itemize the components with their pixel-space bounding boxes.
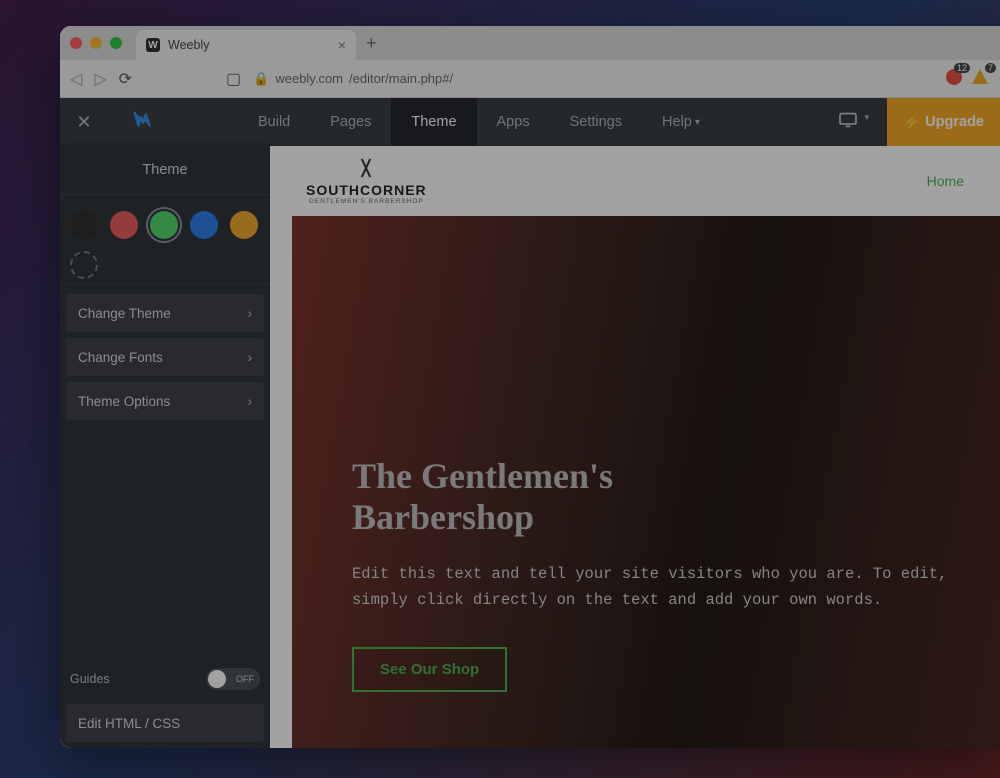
- hero-title[interactable]: The Gentlemen's Barbershop: [352, 456, 1000, 539]
- toggle-state: OFF: [236, 674, 254, 684]
- close-tab-icon[interactable]: ×: [338, 37, 346, 53]
- swatch-black[interactable]: [70, 211, 98, 239]
- edit-html-css-button[interactable]: Edit HTML / CSS: [66, 704, 264, 742]
- nav-settings[interactable]: Settings: [550, 98, 642, 146]
- brand-tagline: GENTLEMEN'S BARBERSHOP: [309, 198, 424, 205]
- extension-tray: 12 7: [944, 67, 990, 90]
- weebly-logo-icon[interactable]: [108, 109, 178, 136]
- extension-1[interactable]: 12: [944, 67, 964, 90]
- scissors-icon: [352, 158, 380, 180]
- chevron-down-icon: ▾: [865, 112, 870, 122]
- minimize-window-icon[interactable]: [90, 37, 102, 49]
- theme-options-row[interactable]: Theme Options ›: [66, 382, 264, 420]
- device-preview-button[interactable]: ▾: [820, 112, 888, 133]
- bolt-icon: ⚡: [903, 114, 921, 131]
- site-header: SOUTHCORNER GENTLEMEN'S BARBERSHOP Home: [270, 146, 1000, 216]
- lock-icon: 🔒: [253, 71, 269, 87]
- browser-address-bar: ◁ ▷ ⟳ ▢ 🔒 weebly.com/editor/main.php#/ 1…: [60, 60, 1000, 98]
- theme-panel: Theme Change Theme › Change Fonts ›: [60, 146, 270, 748]
- browser-tab[interactable]: W Weebly ×: [136, 30, 356, 60]
- nav-pages[interactable]: Pages: [310, 98, 391, 146]
- nav-link-home[interactable]: Home: [927, 173, 964, 189]
- brand-name: SOUTHCORNER: [306, 182, 427, 198]
- change-theme-row[interactable]: Change Theme ›: [66, 294, 264, 332]
- swatch-blue[interactable]: [190, 211, 218, 239]
- weebly-editor: ✕ Build Pages Theme Apps Settings Help▾ …: [60, 98, 1000, 748]
- browser-tab-bar: W Weebly × +: [60, 26, 1000, 60]
- reload-button[interactable]: ⟳: [119, 69, 132, 89]
- upgrade-button[interactable]: ⚡ Upgrade: [887, 98, 1000, 146]
- hero-cta-button[interactable]: See Our Shop: [352, 647, 507, 692]
- nav-apps[interactable]: Apps: [477, 98, 550, 146]
- editor-top-nav: ✕ Build Pages Theme Apps Settings Help▾ …: [60, 98, 1000, 146]
- bookmark-icon[interactable]: ▢: [226, 69, 241, 89]
- forward-button: ▷: [94, 69, 106, 89]
- extension-2-count: 7: [985, 63, 996, 73]
- favicon-icon: W: [146, 38, 160, 52]
- back-button[interactable]: ◁: [70, 69, 82, 89]
- guides-row: Guides OFF: [60, 660, 270, 698]
- guides-label: Guides: [70, 672, 110, 686]
- desktop-icon: [838, 112, 858, 128]
- site-nav: Home: [927, 173, 964, 189]
- new-tab-button[interactable]: +: [366, 33, 377, 54]
- swatch-green[interactable]: [150, 211, 178, 239]
- url-display[interactable]: 🔒 weebly.com/editor/main.php#/: [253, 71, 453, 87]
- site-logo[interactable]: SOUTHCORNER GENTLEMEN'S BARBERSHOP: [306, 158, 427, 205]
- url-host: weebly.com: [275, 71, 343, 86]
- chevron-right-icon: ›: [248, 350, 253, 365]
- close-window-icon[interactable]: [70, 37, 82, 49]
- nav-build[interactable]: Build: [238, 98, 310, 146]
- swatch-orange[interactable]: [230, 211, 258, 239]
- site-preview: SOUTHCORNER GENTLEMEN'S BARBERSHOP Home …: [270, 146, 1000, 748]
- chevron-right-icon: ›: [248, 394, 253, 409]
- panel-title: Theme: [60, 146, 270, 195]
- window-controls[interactable]: [70, 37, 122, 49]
- theme-menu: Change Theme › Change Fonts › Theme Opti…: [60, 284, 270, 430]
- close-editor-button[interactable]: ✕: [60, 112, 108, 133]
- maximize-window-icon[interactable]: [110, 37, 122, 49]
- browser-window: W Weebly × + ◁ ▷ ⟳ ▢ 🔒 weebly.com/editor…: [60, 26, 1000, 748]
- nav-theme[interactable]: Theme: [391, 98, 476, 146]
- extension-1-count: 12: [954, 63, 970, 73]
- guides-toggle[interactable]: OFF: [206, 668, 260, 690]
- color-swatches: [60, 195, 270, 284]
- url-path: /editor/main.php#/: [349, 71, 453, 86]
- swatch-red[interactable]: [110, 211, 138, 239]
- hero-body[interactable]: Edit this text and tell your site visito…: [352, 561, 1000, 614]
- hero-section[interactable]: The Gentlemen's Barbershop Edit this tex…: [292, 216, 1000, 748]
- toggle-knob: [208, 670, 226, 688]
- swatch-custom[interactable]: [70, 251, 98, 279]
- change-fonts-row[interactable]: Change Fonts ›: [66, 338, 264, 376]
- extension-2[interactable]: 7: [970, 67, 990, 90]
- tab-title: Weebly: [168, 38, 209, 52]
- chevron-down-icon: ▾: [695, 117, 700, 128]
- chevron-right-icon: ›: [248, 306, 253, 321]
- nav-help[interactable]: Help▾: [642, 98, 720, 146]
